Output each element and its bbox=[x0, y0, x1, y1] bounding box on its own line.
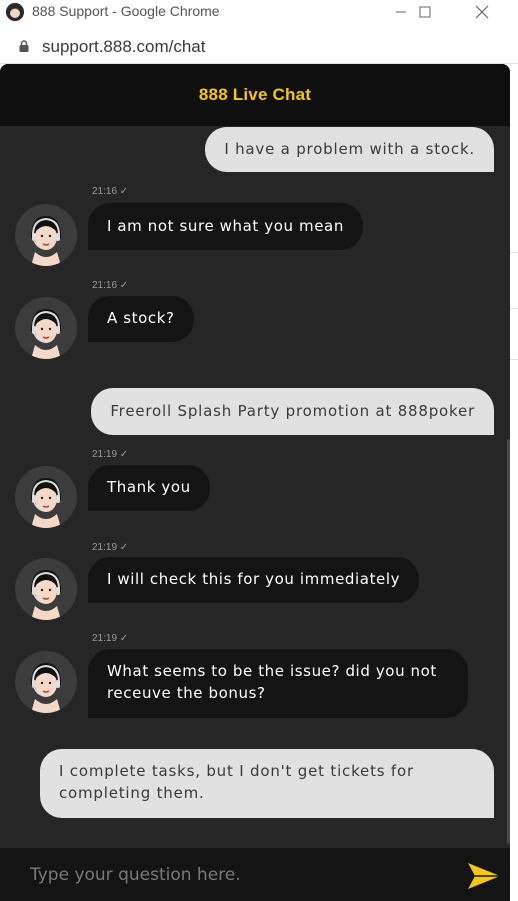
message-timestamp: 21:19 ✓ bbox=[92, 542, 129, 553]
chat-title: 888 Live Chat bbox=[198, 85, 312, 104]
message-timestamp: 21:19 ✓ bbox=[92, 633, 129, 644]
agent-message: Thank you bbox=[88, 465, 210, 511]
user-message: I complete tasks, but I don't get ticket… bbox=[40, 749, 494, 818]
agent-avatar-icon bbox=[15, 466, 77, 528]
agent-message: I will check this for you immediately bbox=[88, 557, 420, 603]
agent-message: I am not sure what you mean bbox=[88, 203, 363, 250]
message-text: Freeroll Splash Party promotion at 888po… bbox=[110, 402, 475, 420]
window-title: 888 Support - Google Chrome bbox=[32, 3, 220, 19]
agent-avatar-icon bbox=[15, 297, 77, 359]
message-text: Thank you bbox=[107, 478, 191, 496]
agent-message: A stock? bbox=[88, 296, 194, 342]
window-titlebar: 888 Support - Google Chrome bbox=[0, 0, 518, 30]
chat-message-input[interactable] bbox=[0, 848, 450, 901]
url-text: support.888.com/chat bbox=[42, 37, 206, 56]
user-message: I have a problem with a stock. bbox=[205, 127, 494, 172]
chat-window: 888 Live Chat I have a problem with a st… bbox=[0, 64, 510, 901]
address-bar[interactable]: support.888.com/chat bbox=[0, 30, 518, 64]
agent-avatar-icon bbox=[15, 204, 77, 266]
close-button[interactable] bbox=[459, 0, 505, 24]
message-timestamp: 21:16 ✓ bbox=[92, 186, 129, 197]
maximize-button[interactable] bbox=[402, 0, 448, 24]
agent-message: What seems to be the issue? did you not … bbox=[88, 649, 468, 718]
message-text: I am not sure what you mean bbox=[107, 217, 344, 235]
message-timestamp: 21:16 ✓ bbox=[92, 280, 129, 291]
message-text: I will check this for you immediately bbox=[107, 570, 401, 588]
message-text: I complete tasks, but I don't get ticket… bbox=[59, 762, 414, 802]
site-favicon-icon bbox=[6, 3, 24, 21]
message-text: A stock? bbox=[107, 309, 175, 327]
background-page-edge bbox=[510, 64, 518, 901]
agent-avatar-icon bbox=[15, 651, 77, 713]
lock-icon bbox=[19, 40, 29, 52]
send-icon[interactable] bbox=[466, 861, 502, 891]
message-timestamp: 21:19 ✓ bbox=[92, 449, 129, 460]
agent-avatar-icon bbox=[15, 558, 77, 620]
chat-scrollbar[interactable] bbox=[507, 439, 510, 844]
chat-input-bar bbox=[0, 848, 510, 901]
chat-header: 888 Live Chat bbox=[0, 64, 510, 126]
message-text: What seems to be the issue? did you not … bbox=[107, 662, 437, 702]
message-text: I have a problem with a stock. bbox=[224, 140, 475, 158]
user-message: Freeroll Splash Party promotion at 888po… bbox=[91, 388, 494, 435]
